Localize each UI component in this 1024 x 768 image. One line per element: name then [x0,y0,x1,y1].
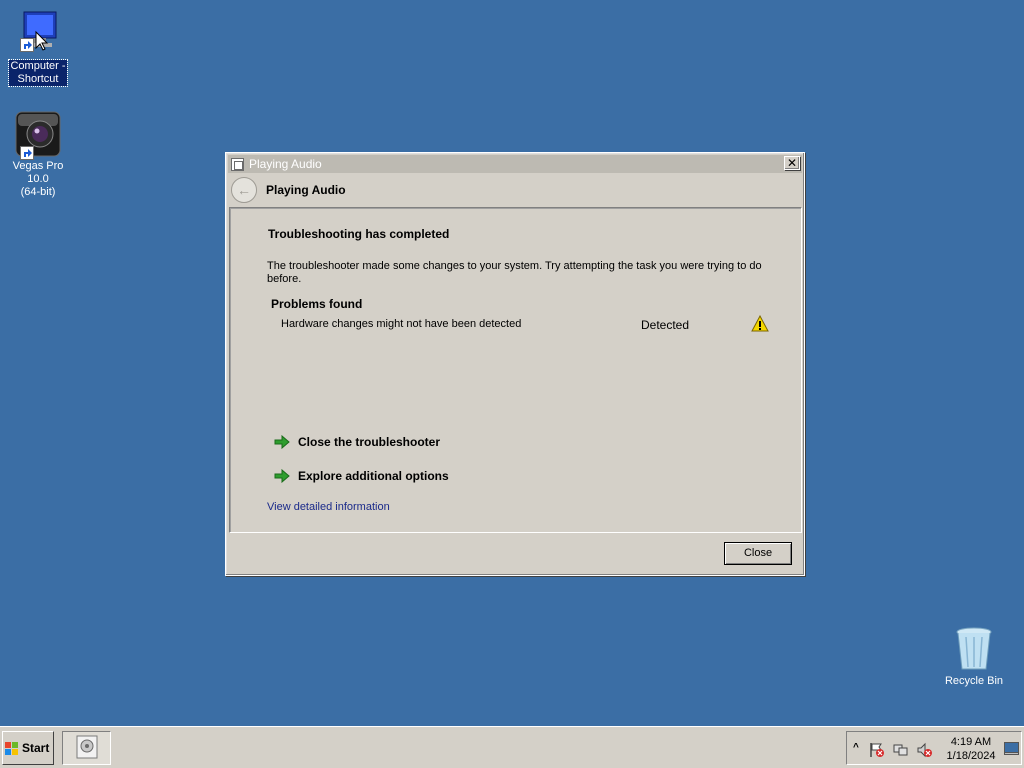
system-tray: ^ 4:19 AM 1/18/2024 [846,731,1022,765]
desktop-icon-vegas-pro[interactable]: Vegas Pro 10.0 (64-bit) [0,110,76,199]
page-title: Troubleshooting has completed [268,227,450,241]
troubleshooter-dialog: Playing Audio ✕ ← Playing Audio Troubles… [225,152,805,576]
problem-status: Detected [641,318,690,332]
desktop-icon-label: Vegas Pro 10.0 (64-bit) [12,160,64,198]
problem-row: Hardware changes might not have been det… [281,314,771,334]
network-icon[interactable] [893,742,909,758]
shortcut-arrow-icon [20,38,34,52]
warning-icon [751,314,769,332]
taskbar-clock[interactable]: 4:19 AM 1/18/2024 [943,735,999,763]
action-center-flag-icon[interactable] [869,742,885,758]
camera-icon [14,110,62,160]
green-arrow-icon [274,468,290,484]
computer-icon [14,10,62,58]
desktop-icon-label: Computer - Shortcut [8,59,68,87]
nav-bar: ← Playing Audio [228,175,802,205]
show-hidden-icons-icon[interactable]: ^ [853,742,859,753]
description-text: The troubleshooter made some changes to … [267,260,762,285]
desktop-icon-recycle-bin[interactable]: Recycle Bin [936,625,1012,688]
link-label: Explore additional options [298,469,449,483]
green-arrow-icon [274,434,290,450]
windows-flag-icon [5,741,19,755]
view-detailed-information-link[interactable]: View detailed information [267,501,390,513]
back-arrow-icon[interactable]: ← [231,177,257,203]
desktop-icon-label: Recycle Bin [944,675,1004,687]
troubleshooter-icon [74,734,100,763]
volume-muted-icon[interactable] [917,742,933,758]
dialog-content: Troubleshooting has completed The troubl… [229,207,802,533]
dialog-titlebar[interactable]: Playing Audio ✕ [228,155,802,173]
close-icon[interactable]: ✕ [784,156,800,170]
close-button[interactable]: Close [724,542,792,565]
shortcut-arrow-icon [20,146,34,160]
problem-description: Hardware changes might not have been det… [281,318,522,330]
window-title: Playing Audio [249,157,322,171]
nav-title: Playing Audio [266,183,346,197]
window-icon [231,157,244,171]
taskbar: Start ^ 4:19 AM 1/18/2024 [0,726,1024,768]
show-desktop-icon[interactable] [1004,742,1019,755]
taskbar-item-troubleshooter[interactable] [62,731,111,765]
desktop-icon-computer-shortcut[interactable]: Computer - Shortcut [0,10,76,87]
link-label: Close the troubleshooter [298,435,441,449]
start-button[interactable]: Start [2,731,54,765]
problems-found-heading: Problems found [271,297,363,311]
start-label: Start [22,741,50,755]
recycle-bin-icon [950,625,998,673]
clock-time: 4:19 AM [950,736,992,748]
clock-date: 1/18/2024 [946,750,996,762]
explore-options-link[interactable]: Explore additional options [274,468,449,484]
close-troubleshooter-link[interactable]: Close the troubleshooter [274,434,441,450]
